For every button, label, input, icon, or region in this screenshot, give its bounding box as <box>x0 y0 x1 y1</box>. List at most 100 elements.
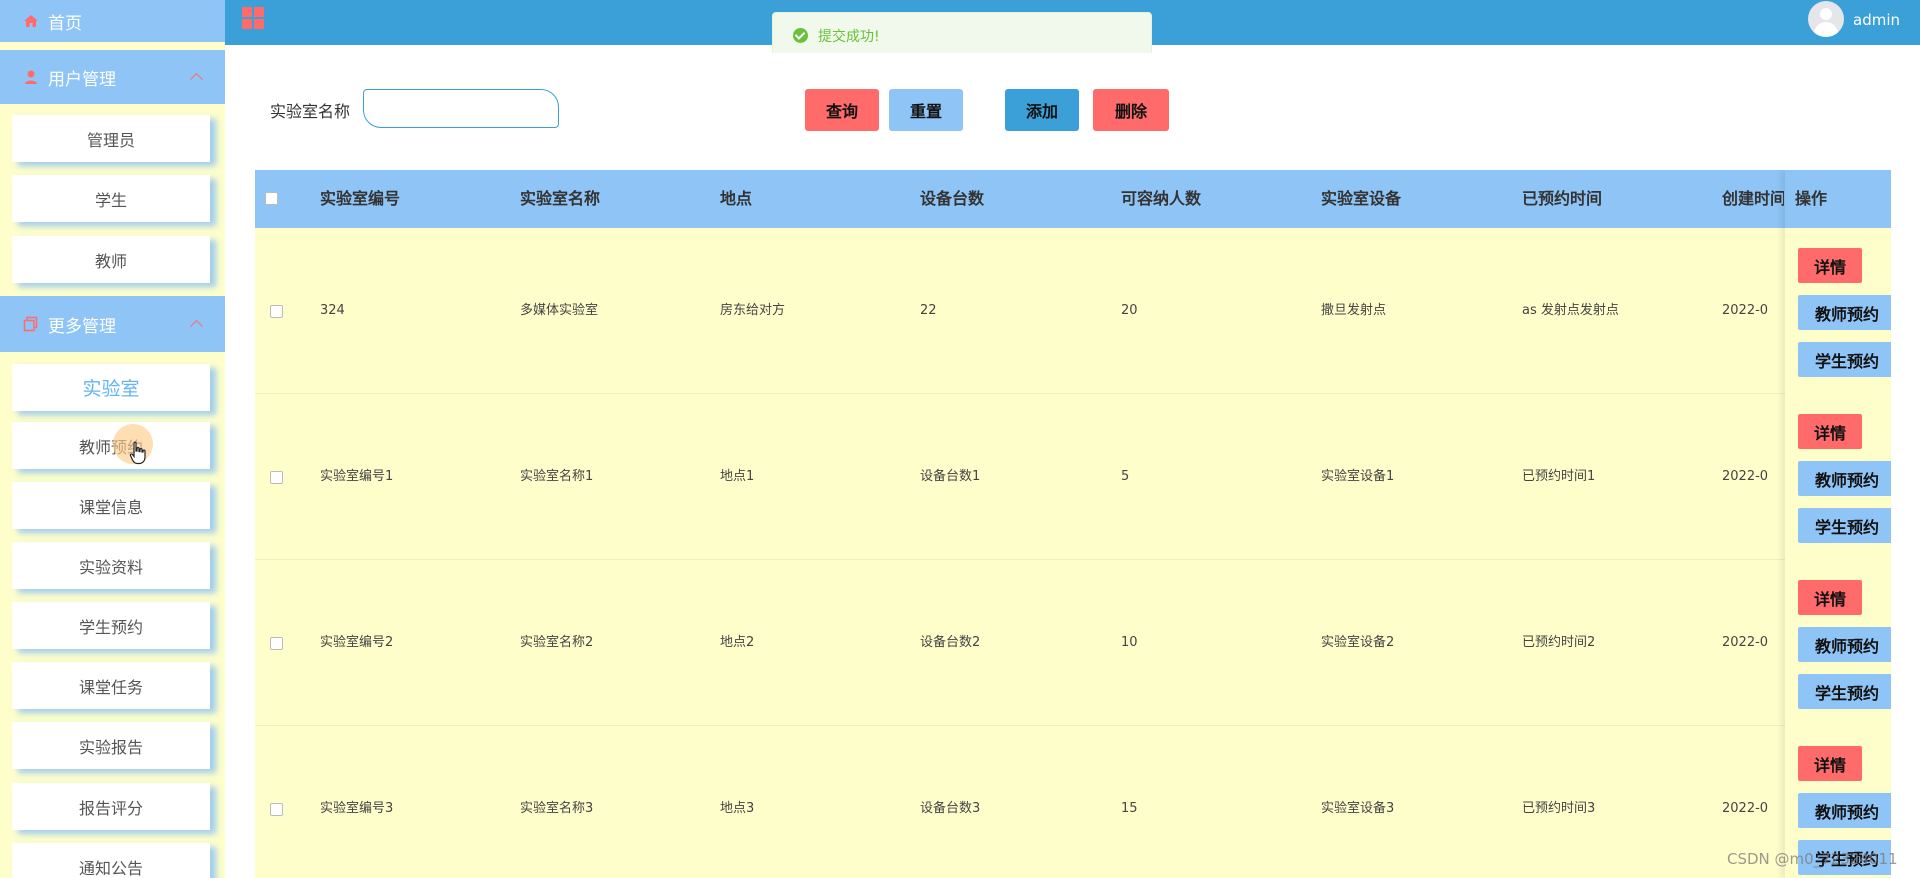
sidebar-item-notices[interactable]: 通知公告 <box>12 843 210 878</box>
sidebar-item-label: 学生预约 <box>78 617 143 637</box>
table-cell: 2022-0 <box>1722 635 1769 650</box>
table-cell: 已预约时间2 <box>1522 635 1596 650</box>
toast-message: 提交成功! <box>818 28 880 45</box>
table-cell: 实验室名称1 <box>520 469 594 484</box>
sidebar-group-label: 更多管理 <box>48 316 116 337</box>
column-header: 创建时间 <box>1722 189 1784 208</box>
table-cell: 10 <box>1121 635 1138 650</box>
table-cell: 地点2 <box>720 635 755 650</box>
column-header-ops: 操作 <box>1785 170 1891 228</box>
table-cell: 实验室设备3 <box>1321 801 1395 816</box>
search-label: 实验室名称 <box>270 102 351 121</box>
detail-button[interactable]: 详情 <box>1798 414 1862 449</box>
sidebar-group-more-mgmt[interactable]: 更多管理 <box>0 296 225 352</box>
table-cell: 5 <box>1121 469 1130 484</box>
delete-button[interactable]: 删除 <box>1093 89 1169 131</box>
sidebar-group-user-mgmt[interactable]: 用户管理 <box>0 50 225 104</box>
sidebar-item-label: 通知公告 <box>78 858 143 878</box>
table-row: 实验室编号1 实验室名称1 地点1 设备台数1 5 实验室设备1 已预约时间1 … <box>255 394 1891 560</box>
table-cell: 已预约时间3 <box>1522 801 1596 816</box>
student-booking-button[interactable]: 学生预约 <box>1798 674 1891 709</box>
table-row: 324 多媒体实验室 房东给对方 22 20 撒旦发射点 as 发射点发射点 2… <box>255 228 1891 394</box>
table-cell: as 发射点发射点 <box>1522 303 1619 318</box>
table-cell: 22 <box>920 303 937 318</box>
detail-button[interactable]: 详情 <box>1798 746 1862 781</box>
table-cell: 324 <box>320 303 345 318</box>
table-cell: 实验室设备1 <box>1321 469 1395 484</box>
row-checkbox[interactable] <box>270 803 283 816</box>
student-booking-button[interactable]: 学生预约 <box>1798 342 1891 377</box>
teacher-booking-button[interactable]: 教师预约 <box>1798 793 1891 828</box>
sidebar-item-student-booking[interactable]: 学生预约 <box>12 602 210 649</box>
student-booking-button[interactable]: 学生预约 <box>1798 508 1891 543</box>
column-header: 已预约时间 <box>1522 189 1603 208</box>
sidebar-item-label: 实验报告 <box>78 737 143 757</box>
lab-table: 实验室编号 实验室名称 地点 设备台数 可容纳人数 实验室设备 已预约时间 创建… <box>255 170 1891 878</box>
sidebar-item-admin[interactable]: 管理员 <box>12 115 210 162</box>
sidebar-item-class-tasks[interactable]: 课堂任务 <box>12 662 210 709</box>
check-circle-icon <box>793 28 808 43</box>
table-cell: 地点3 <box>720 801 755 816</box>
sidebar-item-lab-reports[interactable]: 实验报告 <box>12 722 210 769</box>
sidebar-item-label: 课堂信息 <box>78 497 143 517</box>
table-cell: 2022-0 <box>1722 469 1769 484</box>
column-header: 可容纳人数 <box>1121 189 1202 208</box>
table-cell: 实验室编号3 <box>320 801 394 816</box>
sidebar-item-lab[interactable]: 实验室 <box>12 364 210 411</box>
sidebar-item-label: 实验资料 <box>78 557 143 577</box>
column-header: 实验室编号 <box>320 189 401 208</box>
sidebar-item-label: 管理员 <box>86 130 135 150</box>
table-cell: 实验室名称3 <box>520 801 594 816</box>
sidebar-item-student[interactable]: 学生 <box>12 175 210 222</box>
table-cell: 实验室编号2 <box>320 635 394 650</box>
table-header: 实验室编号 实验室名称 地点 设备台数 可容纳人数 实验室设备 已预约时间 创建… <box>255 170 1891 228</box>
success-toast: 提交成功! <box>772 12 1152 59</box>
lab-name-search-input[interactable] <box>363 89 559 128</box>
detail-button[interactable]: 详情 <box>1798 248 1862 283</box>
table-cell: 房东给对方 <box>720 303 786 318</box>
column-header: 实验室设备 <box>1321 189 1402 208</box>
table-cell: 实验室编号1 <box>320 469 394 484</box>
teacher-booking-button[interactable]: 教师预约 <box>1798 295 1891 330</box>
sidebar-item-home[interactable]: 首页 <box>0 0 225 42</box>
sidebar-item-lab-materials[interactable]: 实验资料 <box>12 542 210 589</box>
detail-button[interactable]: 详情 <box>1798 580 1862 615</box>
sidebar-item-label: 教师 <box>94 251 127 271</box>
chevron-up-icon <box>190 72 203 86</box>
table-row: 实验室编号2 实验室名称2 地点2 设备台数2 10 实验室设备2 已预约时间2… <box>255 560 1891 726</box>
reset-button[interactable]: 重置 <box>889 89 963 131</box>
user-name[interactable]: admin <box>1853 11 1900 29</box>
select-all-checkbox[interactable] <box>265 192 278 205</box>
operations-column: 操作 详情 教师预约 学生预约 详情 教师预约 学生预约 详情 教师预约 学生预… <box>1785 170 1891 878</box>
hand-cursor-icon <box>129 441 146 465</box>
column-header: 实验室名称 <box>520 189 601 208</box>
watermark: CSDN @m0_72324011 <box>1727 850 1898 868</box>
row-checkbox[interactable] <box>270 305 283 318</box>
row-checkbox[interactable] <box>270 637 283 650</box>
sidebar: 首页 用户管理 管理员 学生 教师 更多管理 实验室 教师预约 课堂信息 实验资… <box>0 0 225 878</box>
teacher-booking-button[interactable]: 教师预约 <box>1798 461 1891 496</box>
table-cell: 20 <box>1121 303 1138 318</box>
add-button[interactable]: 添加 <box>1005 89 1079 131</box>
copy-icon <box>23 316 38 332</box>
table-cell: 设备台数3 <box>920 801 981 816</box>
table-cell: 2022-0 <box>1722 303 1769 318</box>
teacher-booking-button[interactable]: 教师预约 <box>1798 627 1891 662</box>
table-cell: 设备台数1 <box>920 469 981 484</box>
sidebar-item-label: 学生 <box>94 190 127 210</box>
grid-menu-icon[interactable] <box>242 7 264 29</box>
table-cell: 撒旦发射点 <box>1321 303 1387 318</box>
query-button[interactable]: 查询 <box>805 89 879 131</box>
avatar[interactable] <box>1808 1 1844 37</box>
table-row: 实验室编号3 实验室名称3 地点3 设备台数3 15 实验室设备3 已预约时间3… <box>255 726 1891 878</box>
main-panel: 实验室名称 查询 重置 添加 删除 实验室编号 实验室名称 地点 设备台数 可容… <box>233 53 1913 878</box>
sidebar-item-report-grading[interactable]: 报告评分 <box>12 783 210 830</box>
column-header: 设备台数 <box>920 189 985 208</box>
row-checkbox[interactable] <box>270 471 283 484</box>
sidebar-item-label: 实验室 <box>82 378 140 400</box>
table-cell: 设备台数2 <box>920 635 981 650</box>
sidebar-item-class-info[interactable]: 课堂信息 <box>12 482 210 529</box>
sidebar-item-teacher-booking[interactable]: 教师预约 <box>12 422 210 469</box>
sidebar-group-label: 用户管理 <box>48 69 116 90</box>
sidebar-item-teacher[interactable]: 教师 <box>12 236 210 283</box>
